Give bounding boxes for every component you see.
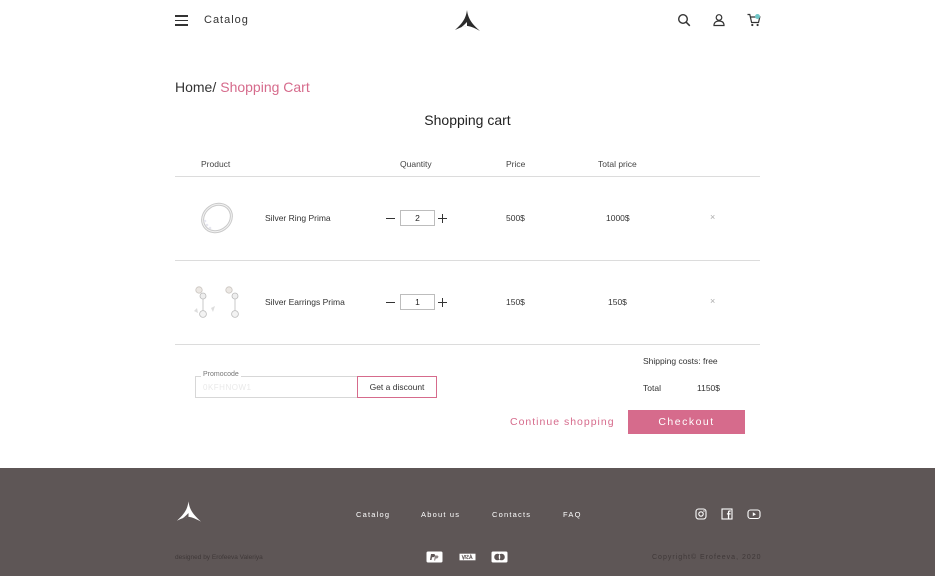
breadcrumb: Home/Shopping Cart	[175, 79, 310, 95]
breadcrumb-current: Shopping Cart	[220, 79, 310, 95]
row-total: 150$	[608, 297, 627, 307]
search-icon[interactable]	[677, 13, 691, 27]
user-icon[interactable]	[712, 13, 726, 27]
mastercard-icon	[491, 551, 508, 563]
facebook-icon[interactable]	[721, 508, 733, 520]
increase-quantity-button[interactable]	[438, 213, 448, 223]
footer-nav-about[interactable]: About us	[421, 510, 460, 519]
menu-icon[interactable]	[175, 15, 188, 26]
paypal-icon	[426, 551, 443, 563]
footer-nav-faq[interactable]: FAQ	[563, 510, 582, 519]
earrings-image	[194, 286, 239, 318]
decrease-quantity-button[interactable]	[386, 213, 396, 223]
increase-quantity-button[interactable]	[438, 297, 448, 307]
column-header-product: Product	[201, 159, 231, 169]
footer-nav-contacts[interactable]: Contacts	[492, 510, 531, 519]
remove-item-button[interactable]: ×	[710, 296, 715, 306]
column-header-price: Price	[506, 159, 526, 169]
designed-by: designed by Erofeeva Valeriya	[175, 554, 263, 561]
promocode-label: Promocode	[201, 371, 241, 378]
divider	[175, 176, 760, 177]
page-title: Shopping cart	[424, 112, 511, 128]
shipping-costs: Shipping costs: free	[643, 356, 718, 366]
promocode-input[interactable]	[203, 382, 353, 393]
checkout-button[interactable]: Checkout	[628, 410, 745, 434]
remove-item-button[interactable]: ×	[710, 212, 715, 222]
divider	[175, 344, 760, 345]
quantity-field[interactable]: 1	[400, 294, 435, 310]
footer-logo-icon[interactable]	[174, 500, 203, 524]
row-total: 1000$	[606, 213, 630, 223]
visa-icon	[459, 551, 476, 563]
unit-price: 500$	[506, 213, 525, 223]
logo-icon[interactable]	[452, 9, 482, 33]
total-label: Total	[643, 383, 661, 393]
column-header-total: Total price	[598, 159, 637, 169]
instagram-icon[interactable]	[695, 508, 707, 520]
column-header-quantity: Quantity	[400, 159, 432, 169]
copyright: Copyright© Erofeeva, 2020	[652, 554, 762, 561]
footer-nav-catalog[interactable]: Catalog	[356, 510, 390, 519]
product-name[interactable]: Silver Earrings Prima	[265, 297, 345, 307]
footer: Catalog About us Contacts FAQ designed b…	[0, 468, 935, 576]
product-name[interactable]: Silver Ring Prima	[265, 213, 331, 223]
continue-shopping-link[interactable]: Continue shopping	[510, 416, 615, 428]
youtube-icon[interactable]	[747, 508, 761, 520]
get-discount-button[interactable]: Get a discount	[357, 376, 437, 398]
total-value: 1150$	[697, 383, 721, 393]
quantity-field[interactable]: 2	[400, 210, 435, 226]
catalog-link[interactable]: Catalog	[204, 14, 249, 26]
header: Catalog	[0, 0, 935, 42]
divider	[175, 260, 760, 261]
breadcrumb-home[interactable]: Home/	[175, 79, 216, 95]
decrease-quantity-button[interactable]	[386, 297, 396, 307]
unit-price: 150$	[506, 297, 525, 307]
cart-badge	[755, 14, 760, 19]
ring-image	[201, 202, 233, 234]
